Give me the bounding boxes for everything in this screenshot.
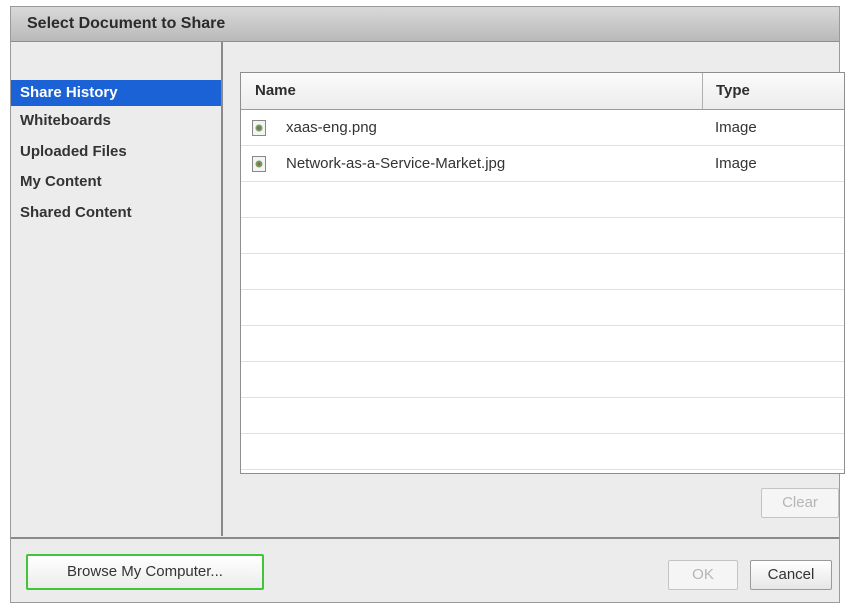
image-file-icon: [252, 120, 266, 136]
file-name: xaas-eng.png: [286, 119, 377, 136]
table-row-empty: [241, 254, 844, 290]
cancel-button[interactable]: Cancel: [750, 560, 832, 590]
sidebar-item-whiteboards[interactable]: Whiteboards: [11, 108, 221, 134]
table-row-empty: [241, 218, 844, 254]
image-file-icon: [252, 156, 266, 172]
column-header-type[interactable]: Type: [702, 73, 842, 109]
table-row[interactable]: xaas-eng.png Image: [241, 110, 844, 146]
select-document-dialog: Select Document to Share Share History W…: [10, 6, 845, 603]
file-type: Image: [715, 155, 757, 172]
file-type: Image: [715, 119, 757, 136]
footer-divider: [11, 537, 839, 539]
sidebar-item-shared-content[interactable]: Shared Content: [11, 200, 221, 226]
sidebar: Share History Whiteboards Uploaded Files…: [11, 42, 223, 536]
table-row-empty: [241, 362, 844, 398]
table-row-empty: [241, 326, 844, 362]
table-row-empty: [241, 434, 844, 470]
dialog-title: Select Document to Share: [27, 15, 226, 32]
table-row-empty: [241, 398, 844, 434]
sidebar-item-my-content[interactable]: My Content: [11, 169, 221, 195]
sidebar-item-uploaded-files[interactable]: Uploaded Files: [11, 139, 221, 165]
table-header: Name Type: [241, 73, 844, 110]
column-header-name[interactable]: Name: [255, 73, 296, 109]
file-name: Network-as-a-Service-Market.jpg: [286, 155, 506, 172]
browse-my-computer-button[interactable]: Browse My Computer...: [26, 554, 264, 590]
dialog-titlebar: Select Document to Share: [11, 7, 839, 42]
table-row-empty: [241, 182, 844, 218]
table-row[interactable]: Network-as-a-Service-Market.jpg Image: [241, 146, 844, 182]
ok-button[interactable]: OK: [668, 560, 738, 590]
file-table: Name Type xaas-eng.png Image Network-as-…: [240, 72, 845, 474]
table-row-empty: [241, 290, 844, 326]
sidebar-item-share-history[interactable]: Share History: [11, 80, 221, 106]
clear-button[interactable]: Clear: [761, 488, 839, 518]
